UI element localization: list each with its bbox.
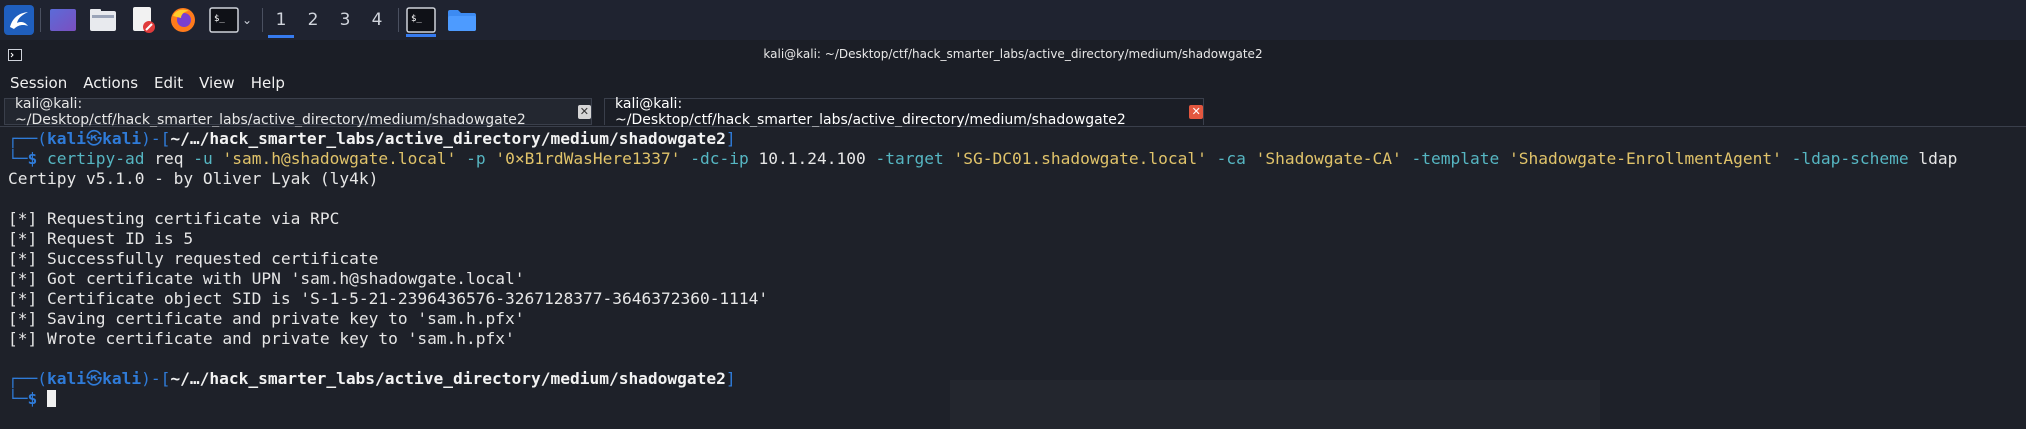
- workspace-label: 1: [275, 10, 287, 30]
- tab-terminal-1[interactable]: kali@kali: ~/Desktop/ctf/hack_smarter_la…: [4, 95, 592, 128]
- prompt-bracket: )-[: [141, 369, 171, 388]
- workspace-4[interactable]: 4: [362, 4, 392, 36]
- svg-text:$_: $_: [214, 14, 225, 24]
- tab-label: kali@kali: ~/Desktop/ctf/hack_smarter_la…: [15, 95, 526, 128]
- close-icon[interactable]: ✕: [577, 104, 591, 119]
- command-subcommand: req: [154, 149, 184, 168]
- tab-bar: kali@kali: ~/Desktop/ctf/hack_smarter_la…: [0, 95, 2026, 128]
- prompt-path: ~/…/hack_smarter_labs/active_directory/m…: [170, 129, 726, 148]
- workspace-label: 3: [339, 10, 351, 30]
- chevron-down-icon[interactable]: ⌄: [240, 5, 254, 35]
- tab-label: kali@kali: ~/Desktop/ctf/hack_smarter_la…: [615, 96, 1126, 128]
- command-arg: 10.1.24.100: [758, 149, 866, 168]
- prompt-corner: └─: [8, 389, 28, 408]
- show-desktop-icon[interactable]: [48, 5, 78, 35]
- output-line: [*] Successfully requested certificate: [8, 249, 379, 268]
- prompt-user: kali: [46, 369, 86, 388]
- text-editor-icon[interactable]: [128, 5, 158, 35]
- folder-icon: [448, 10, 476, 31]
- command-string: 'SG-DC01.shadowgate.local': [953, 149, 1207, 168]
- menu-view[interactable]: View: [199, 74, 235, 92]
- prompt-corner: ┌──(: [8, 369, 47, 388]
- terminal-icon: $_: [406, 7, 436, 33]
- command-flag: -ldap-scheme: [1791, 149, 1909, 168]
- command-flag: -u: [193, 149, 213, 168]
- prompt-path: ~/…/hack_smarter_labs/active_directory/m…: [170, 369, 726, 388]
- workspace-label: 4: [371, 10, 383, 30]
- kali-menu-icon[interactable]: [2, 5, 36, 35]
- command-string: 'Shadowgate-CA': [1255, 149, 1402, 168]
- menu-session[interactable]: Session: [10, 74, 67, 92]
- input-line[interactable]: └─$: [8, 389, 56, 409]
- command-string: '0×B1rdWasHere1337': [495, 149, 681, 168]
- command-binary: certipy-ad: [47, 149, 145, 168]
- close-icon[interactable]: ✕: [1189, 105, 1203, 119]
- command-arg: ldap: [1918, 149, 1958, 168]
- text-cursor: [47, 390, 56, 407]
- menu-help[interactable]: Help: [251, 74, 285, 92]
- command-flag: -template: [1411, 149, 1500, 168]
- prompt-user: kali: [46, 129, 86, 148]
- window-title: kali@kali: ~/Desktop/ctf/hack_smarter_la…: [763, 47, 1263, 61]
- taskbar-folder-window[interactable]: [446, 5, 478, 35]
- top-panel: $_ ⌄ 1 2 3 4 $_: [0, 0, 2026, 40]
- prompt-at: ㉿: [85, 129, 103, 148]
- prompt-host: kali: [102, 129, 142, 148]
- output-line: [*] Got certificate with UPN 'sam.h@shad…: [8, 269, 525, 288]
- taskbar-terminal-window[interactable]: $_: [404, 5, 438, 37]
- command-flag: -p: [466, 149, 486, 168]
- file-manager-icon[interactable]: [88, 5, 118, 35]
- prompt-dollar: $: [27, 149, 38, 168]
- prompt-bracket: ]: [725, 369, 736, 388]
- workspace-2[interactable]: 2: [298, 4, 328, 36]
- window-titlebar[interactable]: kali@kali: ~/Desktop/ctf/hack_smarter_la…: [0, 40, 2026, 70]
- output-line: [*] Wrote certificate and private key to…: [8, 329, 515, 348]
- background-overlay: [950, 380, 1600, 429]
- prompt-bracket: )-[: [141, 129, 171, 148]
- prompt-corner: ┌──(: [8, 129, 47, 148]
- command-flag: -target: [875, 149, 944, 168]
- prompt-bracket: ]: [725, 129, 736, 148]
- terminal-launcher-icon[interactable]: $_: [208, 5, 240, 35]
- output-line: [*] Requesting certificate via RPC: [8, 209, 340, 228]
- command-flag: -dc-ip: [690, 149, 749, 168]
- command-line: └─$ certipy-ad req -u 'sam.h@shadowgate.…: [8, 149, 1957, 169]
- terminal-view[interactable]: ┌──(kali㉿kali)-[~/…/hack_smarter_labs/ac…: [0, 127, 2026, 429]
- command-flag: -ca: [1216, 149, 1246, 168]
- workspace-label: 2: [307, 10, 319, 30]
- output-line: [*] Saving certificate and private key t…: [8, 309, 525, 328]
- output-line: [*] Request ID is 5: [8, 229, 194, 248]
- menu-actions[interactable]: Actions: [83, 74, 138, 92]
- workspace-1[interactable]: 1: [266, 4, 296, 38]
- workspace-3[interactable]: 3: [330, 4, 360, 36]
- prompt-dollar: $: [27, 389, 38, 408]
- output-line: Certipy v5.1.0 - by Oliver Lyak (ly4k): [8, 169, 379, 188]
- prompt-host: kali: [102, 369, 142, 388]
- prompt-corner: └─: [8, 149, 28, 168]
- prompt-line: ┌──(kali㉿kali)-[~/…/hack_smarter_labs/ac…: [8, 369, 736, 389]
- tab-terminal-2[interactable]: kali@kali: ~/Desktop/ctf/hack_smarter_la…: [604, 96, 1204, 128]
- prompt-at: ㉿: [85, 369, 103, 388]
- svg-text:$_: $_: [411, 14, 422, 24]
- output-line: [*] Certificate object SID is 'S-1-5-21-…: [8, 289, 769, 308]
- command-string: 'sam.h@shadowgate.local': [222, 149, 457, 168]
- prompt-line: ┌──(kali㉿kali)-[~/…/hack_smarter_labs/ac…: [8, 129, 736, 149]
- menu-bar: Session Actions Edit View Help: [0, 70, 2026, 96]
- menu-edit[interactable]: Edit: [154, 74, 183, 92]
- firefox-icon[interactable]: [168, 5, 198, 35]
- command-string: 'Shadowgate-EnrollmentAgent': [1509, 149, 1782, 168]
